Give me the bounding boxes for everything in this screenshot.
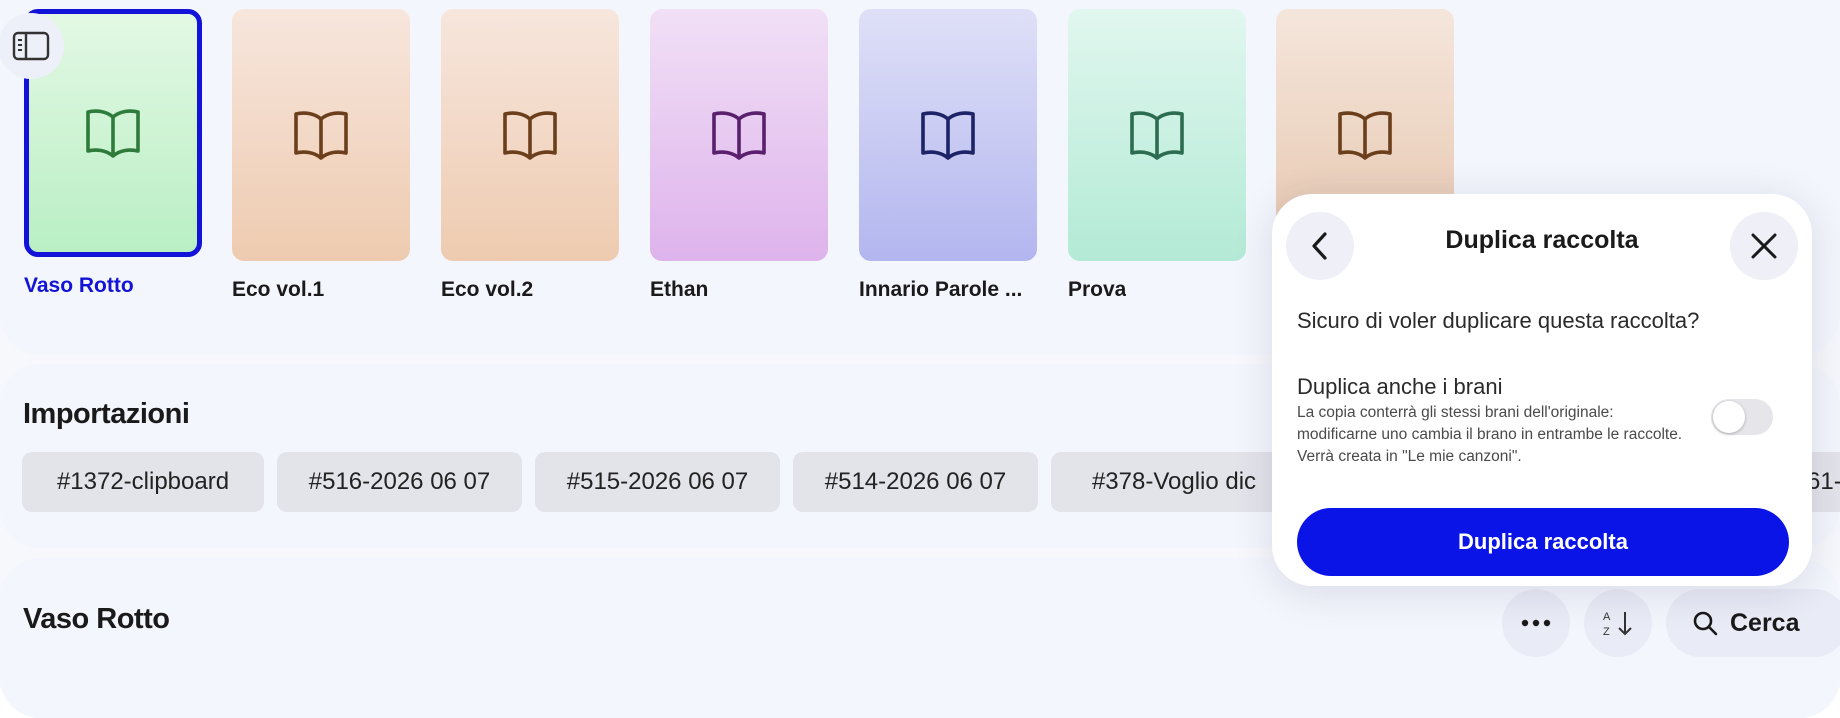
- sidebar-toggle-button[interactable]: [0, 13, 64, 79]
- close-button[interactable]: [1730, 212, 1798, 280]
- more-dots-icon: [1521, 619, 1551, 627]
- collection-label[interactable]: Eco vol.2: [441, 278, 533, 302]
- open-book-icon: [1338, 111, 1392, 160]
- collection-cover[interactable]: [859, 9, 1037, 261]
- collection-cover[interactable]: [441, 9, 619, 261]
- collection-label[interactable]: Vaso Rotto: [24, 274, 134, 298]
- open-book-icon: [86, 109, 140, 158]
- import-chip[interactable]: #1372-clipboard: [22, 452, 264, 512]
- duplicate-songs-option-description: La copia conterrà gli stessi brani dell'…: [1297, 404, 1683, 465]
- import-chip[interactable]: #516-2026 06 07: [277, 452, 522, 512]
- svg-text:A: A: [1603, 611, 1611, 623]
- confirm-duplicate-button[interactable]: Duplica raccolta: [1297, 508, 1789, 576]
- close-icon: [1751, 233, 1777, 259]
- collection-label[interactable]: Prova: [1068, 278, 1126, 302]
- dialog-question: Sicuro di voler duplicare questa raccolt…: [1297, 308, 1700, 333]
- duplicate-songs-toggle[interactable]: [1711, 399, 1773, 435]
- sidebar-panel-icon: [12, 31, 50, 61]
- search-button[interactable]: Cerca: [1666, 589, 1840, 657]
- collection-label[interactable]: Eco vol.1: [232, 278, 324, 302]
- open-book-icon: [712, 111, 766, 160]
- collection-label[interactable]: Ethan: [650, 278, 708, 302]
- import-chip[interactable]: #514-2026 06 07: [793, 452, 1038, 512]
- open-book-icon: [503, 111, 557, 160]
- collection-cover[interactable]: [232, 9, 410, 261]
- sort-button[interactable]: A Z: [1584, 589, 1652, 657]
- svg-text:Z: Z: [1603, 626, 1610, 638]
- search-button-label: Cerca: [1730, 608, 1800, 637]
- open-book-icon: [1130, 111, 1184, 160]
- collection-title: Vaso Rotto: [23, 603, 170, 635]
- collection-cover[interactable]: [1068, 9, 1246, 261]
- toggle-knob: [1713, 401, 1745, 433]
- import-chip[interactable]: #378-Voglio dic: [1051, 452, 1297, 512]
- search-icon: [1693, 611, 1718, 636]
- imports-title: Importazioni: [23, 398, 190, 430]
- more-options-button[interactable]: [1502, 589, 1570, 657]
- import-chip[interactable]: #515-2026 06 07: [535, 452, 780, 512]
- duplicate-collection-dialog: Duplica raccolta Sicuro di voler duplica…: [1272, 194, 1812, 586]
- duplicate-songs-option-title: Duplica anche i brani: [1297, 374, 1503, 399]
- open-book-icon: [921, 111, 975, 160]
- collection-cover[interactable]: [650, 9, 828, 261]
- open-book-icon: [294, 111, 348, 160]
- collection-label[interactable]: Innario Parole ...: [859, 278, 1022, 302]
- sort-az-icon: A Z: [1603, 611, 1632, 638]
